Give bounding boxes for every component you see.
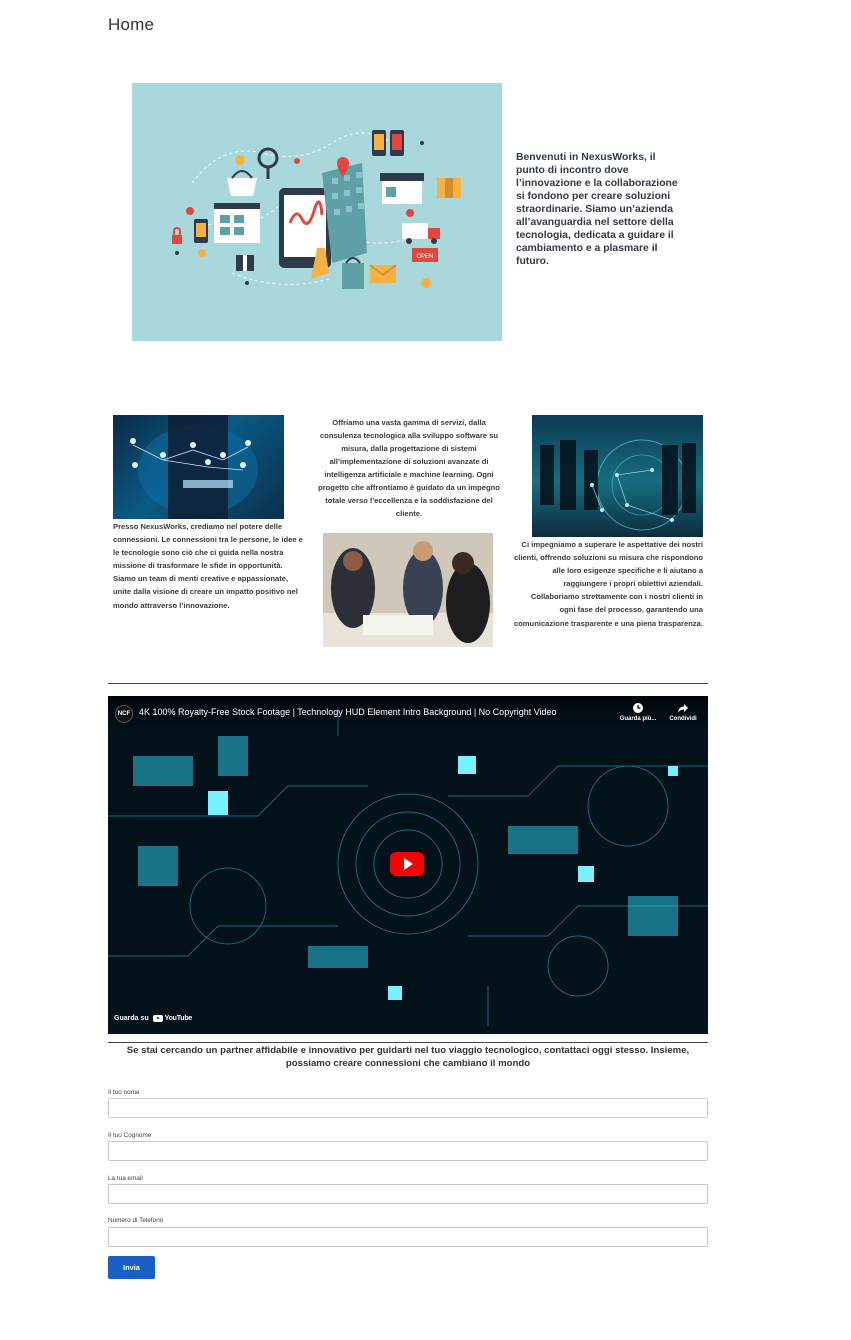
hero-text: Benvenuti in NexusWorks, il punto di inc…	[516, 152, 678, 267]
youtube-play-icon	[152, 1015, 163, 1022]
network-people-image	[113, 415, 284, 519]
share-icon	[678, 704, 688, 713]
email-label: La tua email	[108, 1175, 143, 1182]
column-1-text: Presso NexusWorks, crediamo nel potere d…	[113, 522, 303, 610]
watch-on-label: Guarda su	[114, 1015, 149, 1022]
submit-button[interactable]: Invia	[108, 1256, 155, 1279]
share-label: Condividi	[669, 716, 697, 722]
video-title[interactable]: 4K 100% Royalty-Free Stock Footage | Tec…	[139, 707, 557, 717]
video-embed[interactable]: NCF 4K 100% Royalty-Free Stock Footage |…	[108, 696, 708, 1034]
last-name-label: Il tuo Cognome	[108, 1132, 152, 1139]
play-button[interactable]	[390, 852, 424, 876]
column-2-text: Offriamo una vasta gamma di servizi, dal…	[318, 418, 500, 518]
business-handshake-image	[532, 415, 703, 537]
clock-icon	[633, 703, 643, 713]
first-name-label: Il tuo nome	[108, 1089, 140, 1096]
channel-logo[interactable]: NCF	[115, 705, 133, 723]
divider	[108, 1042, 708, 1043]
watch-on-youtube-link[interactable]: Guarda su YouTube	[114, 1015, 192, 1022]
first-name-field[interactable]	[108, 1098, 708, 1118]
watch-later-label: Guarda più...	[619, 716, 657, 722]
hero-illustration: OPEN	[132, 83, 502, 341]
youtube-wordmark: YouTube	[164, 1015, 193, 1022]
email-field[interactable]	[108, 1184, 708, 1204]
column-3-text: Ci impegniamo a superare le aspettative …	[513, 540, 703, 628]
last-name-field[interactable]	[108, 1141, 708, 1161]
phone-label: Numero di Telefono	[108, 1217, 164, 1224]
team-meeting-image	[323, 533, 493, 647]
page-title: Home	[108, 15, 155, 34]
divider	[108, 683, 708, 684]
cta-text: Se stai cercando un partner affidabile e…	[126, 1045, 690, 1069]
youtube-logo: YouTube	[152, 1015, 193, 1022]
open-sign-text: OPEN	[416, 254, 433, 260]
watch-later-button[interactable]: Guarda più...	[616, 702, 660, 722]
share-button[interactable]: Condividi	[664, 702, 702, 722]
play-icon	[403, 858, 413, 870]
phone-field[interactable]	[108, 1227, 708, 1247]
